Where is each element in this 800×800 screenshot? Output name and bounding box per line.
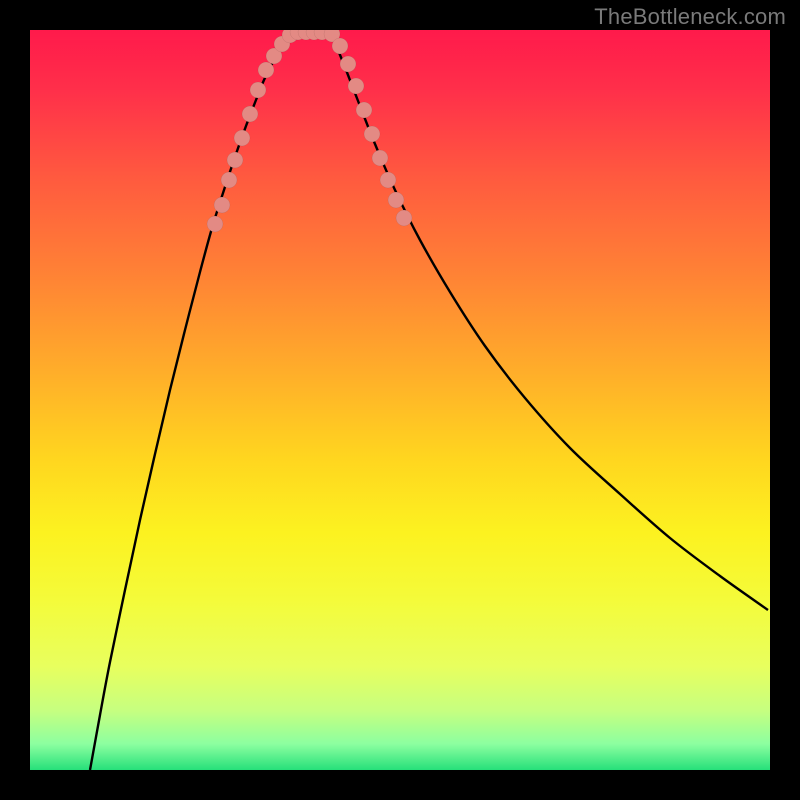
data-dot [242,106,258,122]
data-dot [221,172,237,188]
data-dot [388,192,404,208]
watermark-text: TheBottleneck.com [594,4,786,30]
data-dot [396,210,412,226]
dots-group [207,30,412,232]
data-dot [250,82,266,98]
data-dot [356,102,372,118]
plot-area [30,30,770,770]
data-dot [214,197,230,213]
data-dot [364,126,380,142]
chart-stage: TheBottleneck.com [0,0,800,800]
data-dot [348,78,364,94]
data-dot [372,150,388,166]
data-dot [234,130,250,146]
bottleneck-curve [90,30,768,770]
data-dot [340,56,356,72]
data-dot [380,172,396,188]
data-dot [207,216,223,232]
data-dot [258,62,274,78]
data-dot [227,152,243,168]
chart-svg [30,30,770,770]
data-dot [332,38,348,54]
